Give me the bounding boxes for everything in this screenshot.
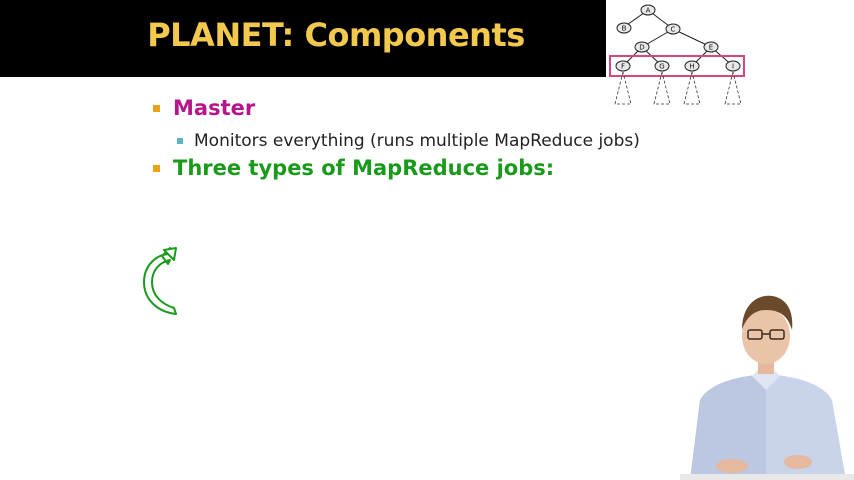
tree-node-label: C — [671, 26, 676, 34]
mapreduce-heading: Three types of MapReduce jobs: — [173, 156, 555, 180]
bullet-marker — [153, 165, 160, 172]
tree-node-label: F — [621, 63, 625, 71]
tree-node-label: I — [732, 63, 734, 71]
tree-node-label: E — [709, 44, 713, 52]
tree-node-label: A — [646, 7, 651, 15]
tree-node-label: B — [622, 25, 627, 33]
bullet-marker — [153, 105, 160, 112]
tree-diagram: A B C D E F G H I — [609, 4, 745, 105]
tree-node-label: H — [689, 63, 694, 71]
circular-arrow-icon — [143, 247, 177, 315]
master-description: Monitors everything (runs multiple MapRe… — [194, 131, 640, 151]
master-heading: Master — [173, 96, 256, 120]
sub-bullet-marker — [177, 138, 183, 144]
tree-node-label: D — [639, 44, 644, 52]
presenter-video — [680, 295, 854, 480]
slide-title: PLANET: Components — [147, 16, 525, 54]
tree-node-label: G — [659, 63, 664, 71]
